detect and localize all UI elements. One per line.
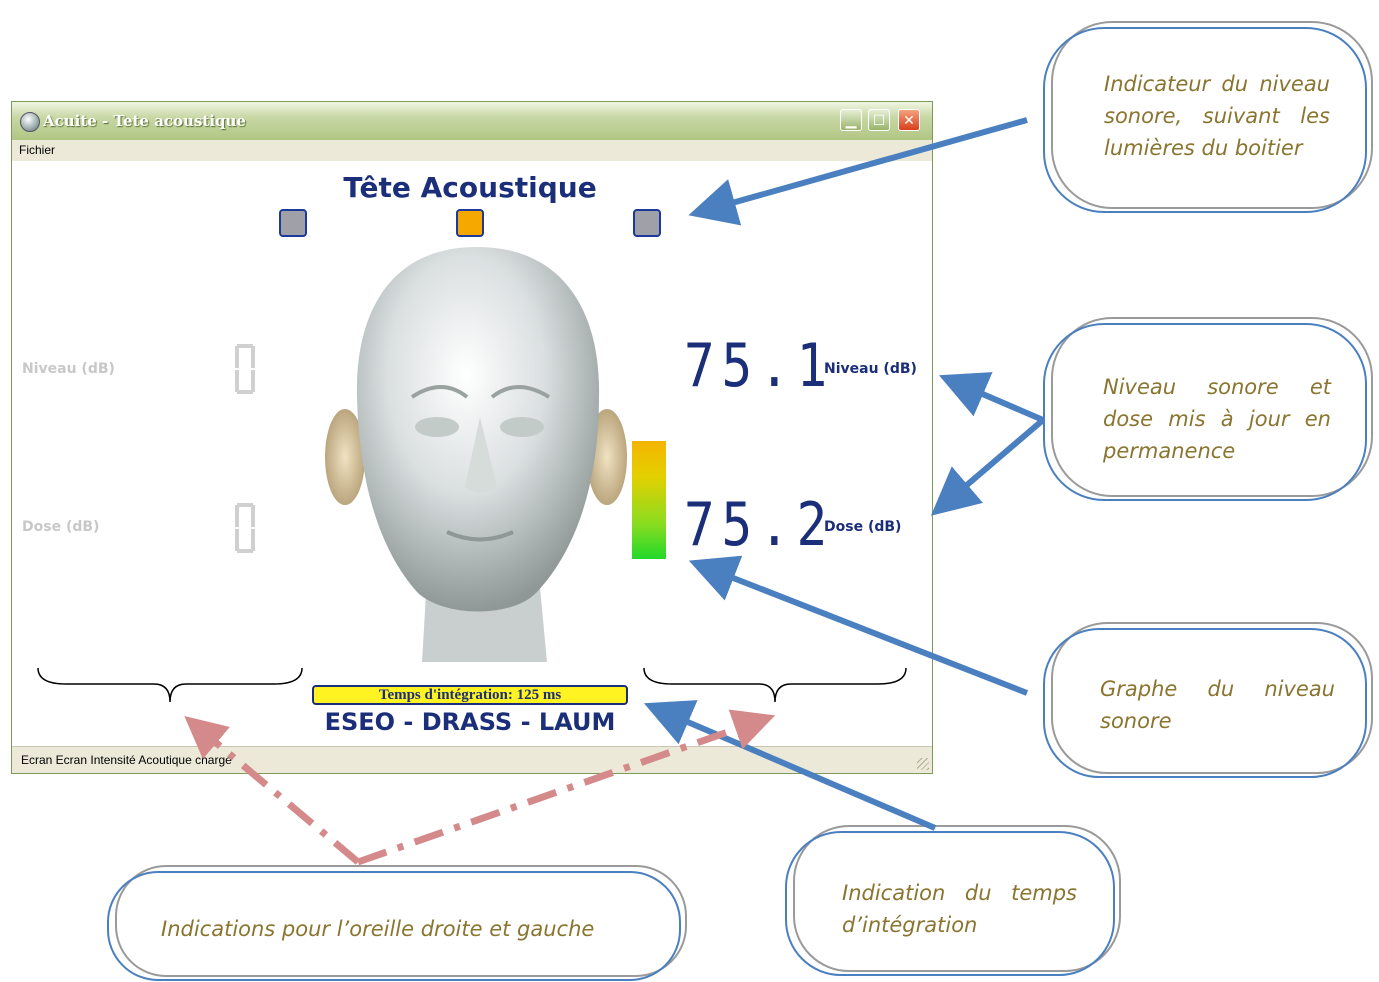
close-button[interactable]: ✕ bbox=[898, 109, 920, 131]
level-light-right bbox=[633, 209, 661, 237]
callout-lights-text: Indicateur du niveau sonore, suivant les… bbox=[1104, 72, 1330, 160]
callout-lights: Indicateur du niveau sonore, suivant les… bbox=[1040, 10, 1379, 215]
resize-grip[interactable] bbox=[917, 758, 929, 770]
niveau-value-display: 75.1 bbox=[684, 331, 835, 401]
title-bar[interactable]: Acuite - Tete acoustique ▁ ☐ ✕ bbox=[12, 102, 932, 141]
acoustic-head-image bbox=[325, 247, 627, 662]
left-dose-display bbox=[235, 503, 255, 553]
status-text: Ecran Ecran Intensité Acoutique chargé bbox=[21, 753, 232, 767]
callout-graphe-text: Graphe du niveau sonore bbox=[1100, 677, 1335, 733]
right-dose-label: Dose (dB) bbox=[824, 519, 902, 535]
app-icon bbox=[20, 112, 40, 132]
left-niveau-label: Niveau (dB) bbox=[22, 361, 115, 377]
callout-integration: Indication du temps d’intégration bbox=[782, 820, 1127, 980]
level-light-left bbox=[279, 209, 307, 237]
left-ear-brace bbox=[37, 667, 303, 703]
left-dose-label: Dose (dB) bbox=[22, 519, 100, 535]
level-light-middle bbox=[456, 209, 484, 237]
right-niveau-label: Niveau (dB) bbox=[824, 361, 917, 377]
arrow-niveau bbox=[938, 372, 1045, 423]
status-bar: Ecran Ecran Intensité Acoutique chargé bbox=[12, 746, 932, 773]
callout-niveau: Niveau sonore et dose mis à jour en perm… bbox=[1040, 310, 1379, 505]
left-niveau-display bbox=[235, 344, 255, 394]
callout-niveau-text: Niveau sonore et dose mis à jour en perm… bbox=[1103, 375, 1331, 463]
app-title: Tête Acoustique bbox=[343, 171, 597, 204]
sound-level-bar bbox=[632, 441, 666, 559]
menu-fichier[interactable]: Fichier bbox=[19, 143, 55, 157]
main-panel: Tête Acoustique Niveau (dB) Dose (dB) 75… bbox=[12, 161, 932, 747]
integration-time-indicator: Temps d'intégration: 125 ms bbox=[312, 685, 628, 705]
right-ear-brace bbox=[643, 667, 907, 703]
callout-oreilles: Indications pour l’oreille droite et gau… bbox=[104, 860, 694, 982]
credits-text: ESEO - DRASS - LAUM bbox=[324, 708, 616, 736]
callout-graphe: Graphe du niveau sonore bbox=[1040, 615, 1379, 780]
minimize-button[interactable]: ▁ bbox=[840, 109, 862, 131]
callout-integration-text: Indication du temps d’intégration bbox=[842, 881, 1077, 937]
arrow-dose bbox=[930, 417, 1045, 516]
menu-bar: Fichier bbox=[12, 140, 932, 161]
dose-value-display: 75.2 bbox=[684, 490, 835, 560]
app-window: Acuite - Tete acoustique ▁ ☐ ✕ Fichier T… bbox=[11, 101, 933, 774]
callout-oreilles-text: Indications pour l’oreille droite et gau… bbox=[161, 917, 595, 941]
maximize-button[interactable]: ☐ bbox=[868, 109, 890, 131]
window-title: Acuite - Tete acoustique bbox=[43, 112, 246, 130]
